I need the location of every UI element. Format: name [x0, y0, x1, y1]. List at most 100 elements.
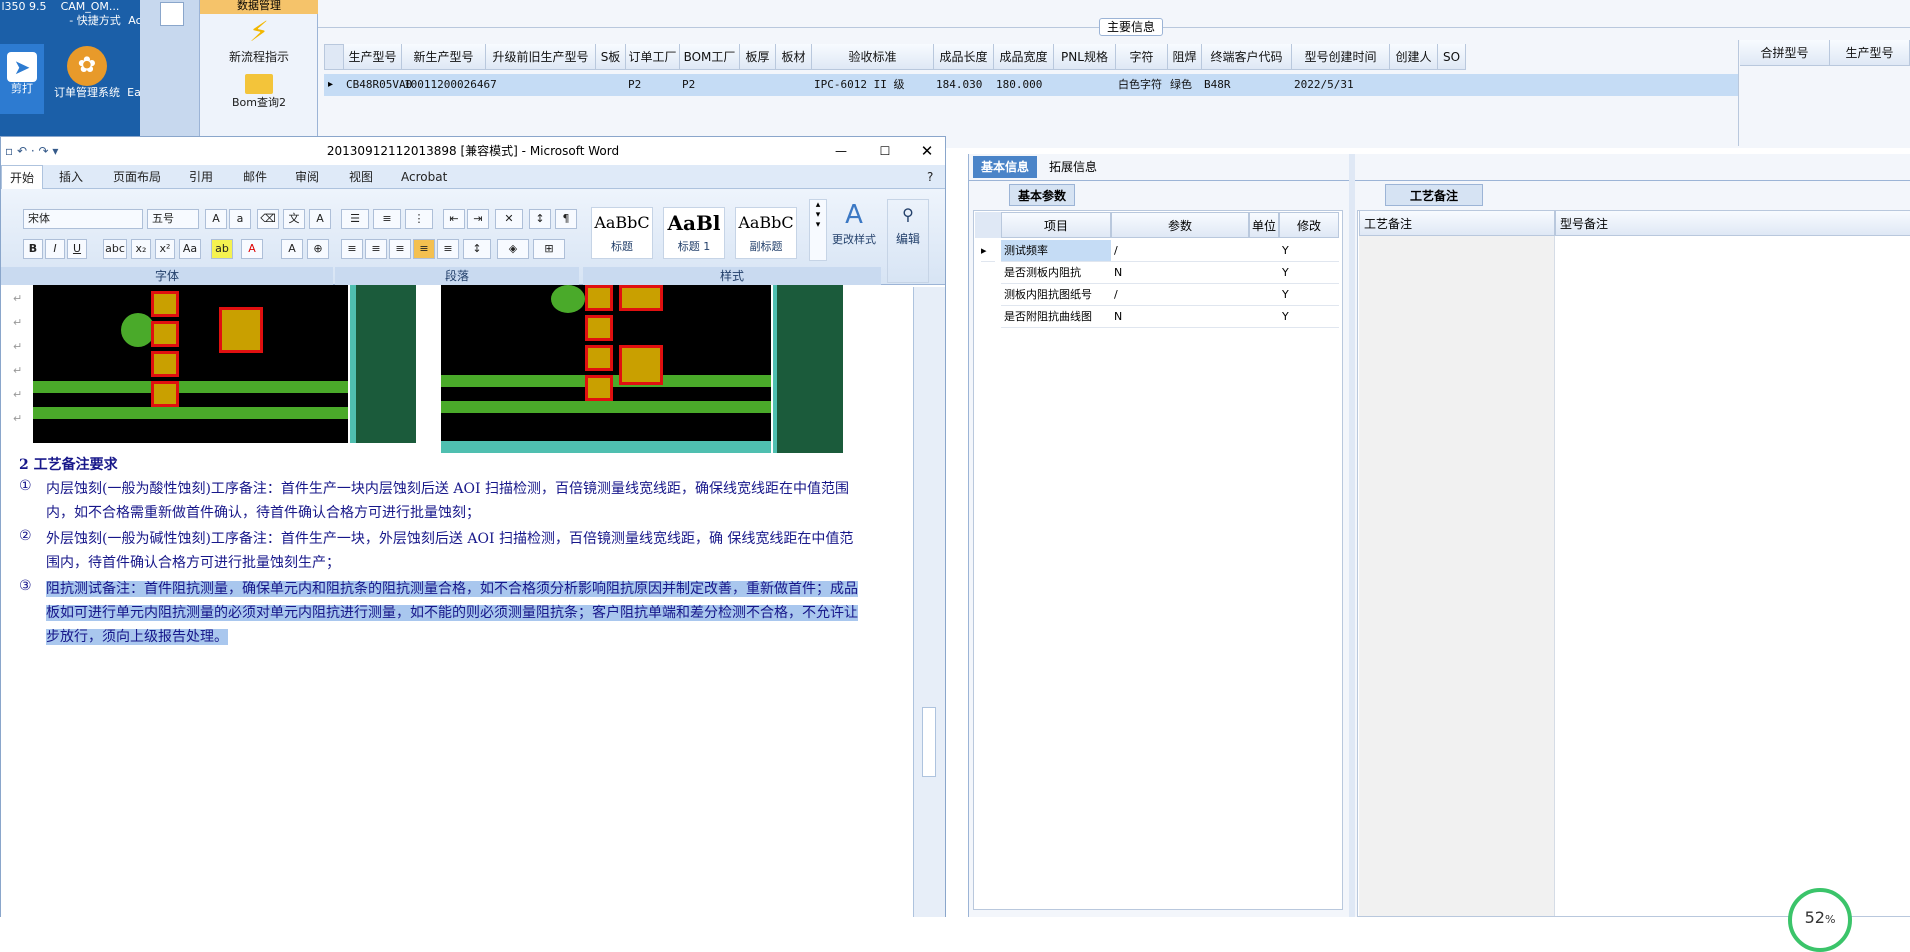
col-header[interactable]: 新生产型号 [402, 44, 486, 70]
tab-extended-info[interactable]: 拓展信息 [1041, 156, 1105, 178]
col-header[interactable]: 升级前旧生产型号 [486, 44, 596, 70]
col-header[interactable]: 修改 [1279, 212, 1339, 238]
col-header[interactable]: 字符 [1116, 44, 1168, 70]
maximize-icon[interactable]: ☐ [873, 137, 897, 165]
multilevel-icon[interactable]: ⋮ [405, 209, 433, 229]
grid-cell[interactable] [742, 74, 776, 96]
grid-cell[interactable] [778, 74, 812, 96]
distribute-icon[interactable]: ≡ [437, 239, 459, 259]
numbering-icon[interactable]: ≡ [373, 209, 401, 229]
nav-header[interactable]: 数据管理 [200, 0, 318, 14]
col-header[interactable]: 订单工厂 [626, 44, 680, 70]
grid-cell[interactable] [488, 74, 596, 96]
param-cell-item[interactable]: 是否附阻抗曲线图 [1001, 306, 1111, 328]
param-cell-param[interactable]: N [1111, 306, 1249, 328]
tab-7[interactable]: Acrobat [393, 165, 455, 189]
col-header[interactable]: 板厚 [740, 44, 776, 70]
vertical-scrollbar[interactable] [913, 287, 945, 917]
grid-cell[interactable]: P2 [682, 74, 740, 96]
subscript-icon[interactable]: x₂ [131, 239, 151, 259]
col-header[interactable]: 终端客户代码 [1202, 44, 1292, 70]
param-cell-edit[interactable]: Y [1279, 262, 1339, 284]
param-cell-unit[interactable] [1249, 262, 1279, 284]
col-header[interactable]: 单位 [1249, 212, 1279, 238]
craft-notes-cell[interactable] [1359, 236, 1555, 916]
style-0[interactable]: AaBbC 标题 [591, 207, 653, 259]
minimize-icon[interactable]: — [829, 137, 853, 165]
grow-font-icon[interactable]: A [205, 209, 227, 229]
param-cell-param[interactable]: N [1111, 262, 1249, 284]
param-cell-edit[interactable]: Y [1279, 284, 1339, 306]
tab-2[interactable]: 页面布局 [105, 165, 169, 189]
param-cell-param[interactable]: / [1111, 284, 1249, 306]
col-header[interactable]: 创建人 [1390, 44, 1438, 70]
align-right-icon[interactable]: ≡ [389, 239, 411, 259]
param-cell-item[interactable]: 测试频率 [1001, 240, 1111, 262]
grid-cell[interactable] [1392, 74, 1438, 96]
nav-item-new-flow[interactable]: ⚡ 新流程指示 [200, 16, 318, 65]
style-1[interactable]: AaBl 标题 1 [663, 207, 725, 259]
col-header[interactable]: 项目 [1001, 212, 1111, 238]
superscript-icon[interactable]: x² [155, 239, 175, 259]
grid-cell[interactable]: 2022/5/31 [1294, 74, 1390, 96]
tab-4[interactable]: 邮件 [235, 165, 275, 189]
char-shading-icon[interactable]: A [281, 239, 303, 259]
grid-cell[interactable]: IPC-6012 II 级 [814, 74, 934, 96]
tab-5[interactable]: 审阅 [287, 165, 327, 189]
highlight-icon[interactable]: ab [211, 239, 233, 259]
col-header[interactable]: S板 [596, 44, 626, 70]
change-styles-button[interactable]: A 更改样式 [829, 199, 879, 263]
grid-cell[interactable] [598, 74, 626, 96]
col-header[interactable]: 生产型号 [344, 44, 402, 70]
underline-icon[interactable]: U [67, 239, 87, 259]
italic-icon[interactable]: I [45, 239, 65, 259]
increase-indent-icon[interactable]: ⇥ [467, 209, 489, 229]
asian-layout-icon[interactable]: ✕ [495, 209, 523, 229]
align-left-icon[interactable]: ≡ [341, 239, 363, 259]
grid-cell[interactable]: CB48R05VA0 [346, 74, 412, 96]
document-area[interactable]: ↵ ↵ ↵ ↵ ↵ ↵ 2 工艺备注要求 ① 内层蚀刻(一般为酸性蚀刻)工序备注：首件生产… [1, 285, 913, 918]
decrease-indent-icon[interactable]: ⇤ [443, 209, 465, 229]
tab-1[interactable]: 插入 [51, 165, 91, 189]
tab-basic-params[interactable]: 基本参数 [1009, 184, 1076, 206]
bullets-icon[interactable]: ☰ [341, 209, 369, 229]
change-case-icon[interactable]: Aa [179, 239, 201, 259]
grid-cell[interactable]: 180.000 [996, 74, 1054, 96]
nav-item-bom-query[interactable]: Bom查询2 [200, 74, 318, 110]
shrink-font-icon[interactable]: a [229, 209, 251, 229]
col-header[interactable]: 验收标准 [812, 44, 934, 70]
font-color-icon[interactable]: A [241, 239, 263, 259]
col-header[interactable]: 成品宽度 [994, 44, 1054, 70]
col-header[interactable]: 参数 [1111, 212, 1249, 238]
sort-icon[interactable]: ↕ [529, 209, 551, 229]
col-header[interactable]: BOM工厂 [680, 44, 740, 70]
strikethrough-icon[interactable]: abc [103, 239, 127, 259]
col-header[interactable]: SO [1438, 44, 1466, 70]
borders-icon[interactable]: ⊞ [533, 239, 565, 259]
col-header[interactable]: 成品长度 [934, 44, 994, 70]
desktop-icon-app[interactable]: ➤ 剪打 [0, 44, 44, 114]
desktop-icon-order[interactable]: ✿ 订单管理系统 [52, 46, 122, 132]
param-cell-unit[interactable] [1249, 240, 1279, 262]
bold-icon[interactable]: B [23, 239, 43, 259]
enclose-char-icon[interactable]: ⊕ [307, 239, 329, 259]
close-icon[interactable]: ✕ [915, 137, 939, 165]
grid-cell[interactable]: P2 [628, 74, 680, 96]
style-2[interactable]: AaBbC 副标题 [735, 207, 797, 259]
splitter[interactable] [1349, 154, 1355, 917]
shading-icon[interactable]: ◈ [497, 239, 529, 259]
quick-access-icons[interactable]: ▫ ↶ · ↷ ▾ [5, 137, 58, 165]
param-cell-param[interactable]: / [1111, 240, 1249, 262]
grid-cell[interactable]: 绿色 [1170, 74, 1202, 96]
grid-cell[interactable] [1440, 74, 1466, 96]
grid-cell[interactable]: 10011200026467 [404, 74, 497, 96]
param-cell-unit[interactable] [1249, 306, 1279, 328]
styles-scroll[interactable]: ▴ ▾ ▾ [809, 199, 827, 261]
justify-icon[interactable]: ≡ [413, 239, 435, 259]
help-icon[interactable]: ? [927, 165, 933, 189]
line-spacing-icon[interactable]: ↕ [463, 239, 491, 259]
col-header[interactable]: 工艺备注 [1359, 210, 1555, 236]
grid-cell[interactable] [1056, 74, 1116, 96]
clear-format-icon[interactable]: ⌫ [257, 209, 279, 229]
main-info-title[interactable]: 主要信息 [1099, 18, 1163, 36]
